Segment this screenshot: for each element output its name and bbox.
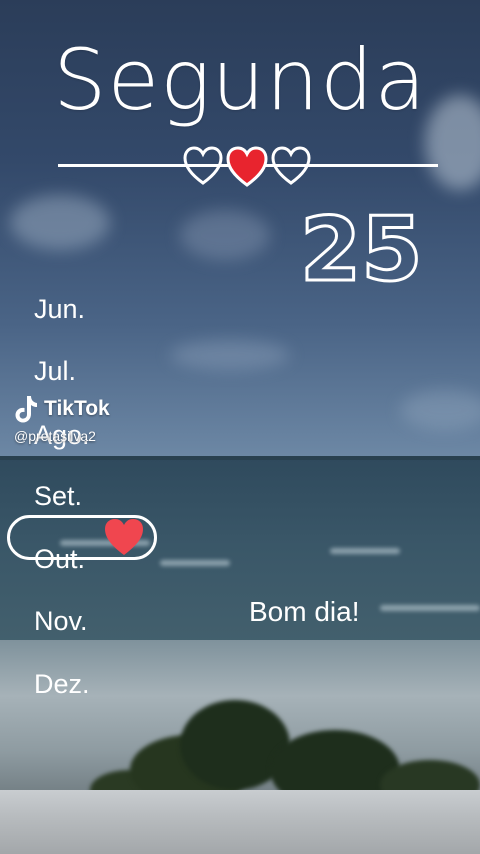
heart-outline-icon	[271, 146, 311, 185]
cloud	[170, 340, 290, 370]
greeting-text: Bom dia!	[249, 596, 360, 627]
tiktok-brand: TikTok	[44, 397, 110, 420]
month-item[interactable]: Jun.	[34, 294, 154, 325]
wave	[160, 560, 230, 566]
cloud	[400, 390, 480, 430]
month-item[interactable]: Set.	[34, 481, 154, 512]
month-item[interactable]: Jul.	[34, 356, 154, 387]
month-item[interactable]: Dez.	[34, 669, 154, 700]
heart-filled-icon	[102, 517, 146, 561]
day-name-title: Segunda	[53, 31, 427, 129]
tiktok-note-icon	[15, 396, 37, 423]
wave	[380, 605, 480, 611]
tiktok-logo: TikTok	[14, 394, 110, 424]
cloud	[180, 210, 270, 260]
hearts-ornament	[181, 145, 313, 189]
heart-filled-icon	[226, 146, 268, 187]
wave	[330, 548, 400, 554]
tiktok-watermark: TikTok @pretasilva2	[14, 394, 110, 444]
month-item[interactable]: Nov.	[34, 606, 154, 637]
creator-handle[interactable]: @pretasilva2	[14, 428, 110, 444]
day-number: 25	[299, 198, 424, 301]
cloud	[10, 195, 110, 250]
balcony-railing	[0, 790, 480, 854]
horizon	[0, 456, 480, 460]
heart-outline-icon	[183, 146, 223, 185]
